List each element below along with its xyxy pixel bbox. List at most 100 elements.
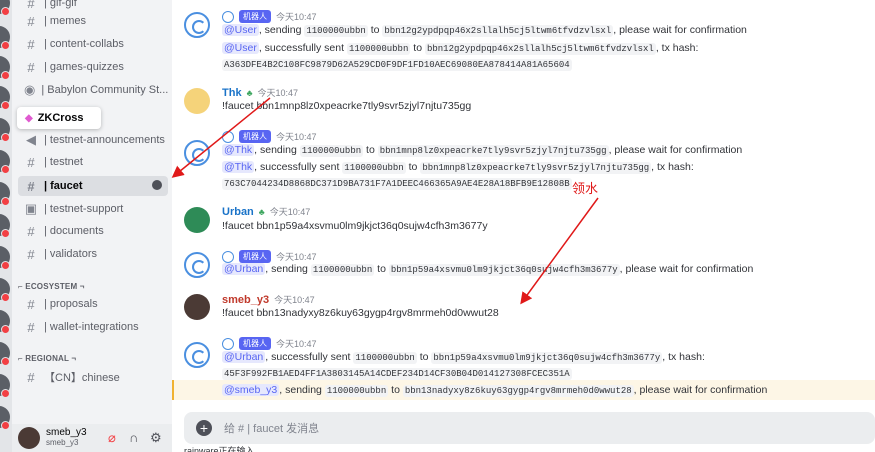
username[interactable]: Thk [222,87,242,99]
megaphone-icon: ◀ [26,132,36,147]
channel-item[interactable]: # | testnet [18,152,168,172]
bot-avatar[interactable] [184,140,210,166]
timestamp: 今天10:47 [276,12,317,22]
hash-icon: # [27,296,35,312]
channel-label: | testnet [44,156,83,168]
server-icon[interactable] [0,342,10,366]
headphones-icon[interactable]: ∩ [129,430,138,445]
bot-avatar[interactable] [184,12,210,38]
channel-label: | documents [44,225,104,237]
server-icon[interactable] [0,118,10,142]
bot-icon [222,10,234,23]
channel-item[interactable]: ▣ | testnet-support [18,199,168,219]
channel-item[interactable]: # 【CN】chinese [18,367,168,387]
server-icon[interactable] [0,56,10,80]
tx-hash: A363DFE4B2C108FC9879D62A529CD0F9DF1FD10A… [222,59,572,71]
invite-member-icon[interactable] [152,180,162,190]
bot-avatar[interactable] [184,342,210,368]
mention[interactable]: @Thk [222,144,255,156]
user-avatar[interactable] [184,88,210,114]
server-tooltip: ◆ ZKCross [17,107,101,129]
server-icon[interactable] [0,310,10,334]
channel-label: | wallet-integrations [44,321,139,333]
chat-area: 机器人 今天10:47 @User, sending 1100000ubbn to… [172,0,875,452]
gear-icon[interactable]: ⚙ [150,430,162,446]
hash-icon: # [27,319,35,335]
server-icon[interactable] [0,374,10,398]
user-avatar[interactable] [184,294,210,320]
discord-window: # | gif-gif # | memes # | content-collabs #… [0,0,875,452]
mute-icon[interactable]: ⌀ [108,430,116,446]
tooltip-label: ZKCross [37,112,84,124]
username[interactable]: Urban [222,206,254,218]
timestamp: 今天10:47 [269,207,311,217]
channel-item[interactable]: ◉ | Babylon Community St... [18,80,168,100]
channel-item[interactable]: # | games-quizzes [18,57,168,77]
server-icon[interactable] [0,246,10,270]
mention[interactable]: @User [222,42,259,54]
server-icon[interactable] [0,150,10,174]
bot-tag: 机器人 [239,250,271,263]
channel-label: | Babylon Community St... [41,84,169,96]
channel-item[interactable]: # | content-collabs [18,34,168,54]
server-icon[interactable] [0,0,10,16]
server-icon[interactable] [0,214,10,238]
avatar[interactable] [18,427,40,449]
channel-label: | memes [44,15,86,27]
timestamp: 今天10:47 [276,132,317,142]
bot-tag: 机器人 [239,337,271,350]
hash-icon: # [27,154,35,170]
message-input-bar[interactable]: + 给 # | faucet 发消息 [184,412,875,444]
tx-hash: 45F3F992FB1AED4FF1A3803145A14CDEF234D14C… [222,368,572,380]
channel-label: | content-collabs [44,38,124,50]
zkcross-logo-icon: ◆ [25,112,33,124]
message-input[interactable]: 给 # | faucet 发消息 [224,420,319,436]
username: smeb_y3 [46,427,87,438]
mention[interactable]: @Urban [222,263,266,275]
hash-icon: # [27,223,35,239]
category-header[interactable]: ⌐ ECOSYSTEM ¬ [18,282,85,291]
channel-label: 【CN】chinese [44,372,120,384]
hash-icon: # [27,59,35,75]
tx-hash: 763C7044234D8868DC371D9BA731F7A1DEEC4663… [222,178,572,190]
channel-item[interactable]: ◀ | testnet-announcements [18,130,168,150]
user-avatar[interactable] [184,207,210,233]
channel-item[interactable]: # | documents [18,221,168,241]
category-header[interactable]: ⌐ REGIONAL ¬ [18,354,76,363]
user-panel: smeb_y3 smeb_y3 ⌀ ∩ ⚙ [12,424,172,452]
server-icon[interactable] [0,182,10,206]
mention[interactable]: @User [222,24,259,36]
badge-icon: ♣ [246,87,253,98]
server-icon[interactable] [0,26,10,50]
channel-item[interactable]: # | proposals [18,294,168,314]
server-icon[interactable] [0,406,10,430]
username[interactable]: smeb_y3 [222,294,269,306]
typing-indicator: rainware正在输入... [184,446,263,452]
message-text: !faucet bbn1p59a4xsvmu0lm9jkjct36q0sujw4… [222,220,488,232]
mention[interactable]: @smeb_y3 [222,384,280,396]
add-attachment-button[interactable]: + [196,420,212,436]
bot-tag: 机器人 [239,10,271,23]
bot-icon [222,130,234,143]
channel-item-faucet[interactable]: # | faucet [18,176,168,196]
channel-label: | proposals [44,298,98,310]
bot-avatar[interactable] [184,252,210,278]
mention[interactable]: @Thk [222,161,255,173]
timestamp: 今天10:47 [274,295,315,305]
channel-item[interactable]: # | memes [18,11,168,31]
badge-icon: ♣ [258,206,265,217]
forum-icon: ▣ [24,201,38,216]
channel-label: | faucet [44,180,83,192]
mention[interactable]: @Urban [222,351,266,363]
bot-icon [222,337,234,350]
broadcast-icon: ◉ [24,82,36,97]
message-text: !faucet bbn13nadyxy8z6kuy63gygp4rgv8mrme… [222,307,499,319]
timestamp: 今天10:47 [276,339,317,349]
hash-icon: # [27,36,35,52]
timestamp: 今天10:47 [257,88,298,98]
hash-icon: # [27,369,35,385]
server-icon[interactable] [0,86,10,110]
channel-item[interactable]: # | validators [18,244,168,264]
server-icon[interactable] [0,278,10,302]
channel-item[interactable]: # | wallet-integrations [18,317,168,337]
